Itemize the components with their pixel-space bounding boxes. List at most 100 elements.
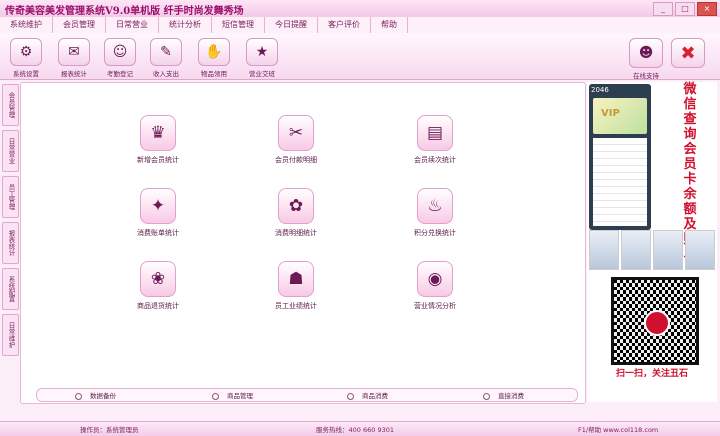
quick-goods-consume[interactable]: 商品消费 — [347, 390, 388, 400]
toolbar-label: 报表统计 — [61, 70, 87, 78]
func-staff-performance[interactable]: ☗ 员工业绩统计 — [251, 261, 341, 311]
exit-icon: ✖ — [671, 38, 705, 68]
menu-stats[interactable]: 统计分析 — [159, 17, 212, 33]
quick-label: 直接消费 — [498, 392, 524, 400]
func-label: 营业情况分析 — [414, 302, 456, 310]
status-help[interactable]: F1/帮助 www.col118.com — [578, 424, 658, 434]
toolbar-button-shift[interactable]: ★ 营业交班 — [244, 38, 280, 78]
qq-penguin-icon: ☻ — [629, 38, 663, 68]
func-renew-stats[interactable]: ▤ 会员续次统计 — [390, 115, 480, 165]
quick-backup[interactable]: 数据备份 — [75, 390, 116, 400]
exit-button[interactable]: ✖ — [670, 38, 706, 68]
toolbar-label: 在线支持 — [633, 72, 659, 80]
ad-panel[interactable]: 2046 VIP 微信查询会员卡余额及账单 扫一扫，关注丑石 — [587, 82, 717, 402]
staff-icon: ☗ — [278, 261, 314, 297]
sidetab-maintenance[interactable]: 日常维护 — [2, 314, 19, 356]
toolbar-label: 收入支出 — [153, 70, 179, 78]
side-tabs: 会员管理 日常营业 员工管理 报表统计 系统配置 日常维护 — [2, 84, 19, 360]
phone-header: 2046 — [591, 86, 609, 94]
main-panel: ♛ 新增会员统计 ✂ 会员付款明细 ▤ 会员续次统计 ✦ 消费账单统计 ✿ 消费… — [20, 82, 586, 404]
func-label: 积分兑换统计 — [414, 229, 456, 237]
thumbnail — [589, 230, 619, 270]
report-icon: ✉ — [58, 38, 90, 66]
brand-logo — [644, 310, 670, 336]
attendance-icon: ☺ — [104, 38, 136, 66]
menu-feedback[interactable]: 客户评价 — [318, 17, 371, 33]
goods-icon: ✋ — [198, 38, 230, 66]
bill-icon: ✦ — [140, 188, 176, 224]
close-icon[interactable]: × — [697, 2, 717, 16]
thumbnail — [621, 230, 651, 270]
func-business-analysis[interactable]: ◉ 营业情况分析 — [390, 261, 480, 311]
quick-goods[interactable]: 商品管理 — [212, 390, 253, 400]
quick-label: 商品消费 — [362, 392, 388, 400]
quick-direct-consume[interactable]: 直接消费 — [483, 390, 524, 400]
toolbar-button-attendance[interactable]: ☺ 考勤登记 — [102, 38, 138, 78]
qr-code-icon — [611, 277, 699, 365]
vip-card: VIP — [593, 98, 647, 134]
menu-sms[interactable]: 短信管理 — [212, 17, 265, 33]
maximize-icon[interactable]: □ — [675, 2, 695, 16]
gear-icon: ⚙ — [10, 38, 42, 66]
quick-label: 商品管理 — [227, 392, 253, 400]
menu-member[interactable]: 会员管理 — [53, 17, 106, 33]
phone-screenshot: 2046 VIP — [589, 84, 651, 230]
menu-daily[interactable]: 日常营业 — [106, 17, 159, 33]
toolbar-button-income[interactable]: ✎ 收入支出 — [148, 38, 184, 78]
sidetab-staff[interactable]: 员工管理 — [2, 176, 19, 218]
points-icon: ♨ — [417, 188, 453, 224]
radio-icon — [212, 392, 219, 400]
title-bar: 传奇美容美发管理系统V9.0单机版 纤手时尚发舞秀场 _ □ × — [0, 0, 720, 18]
minimize-icon[interactable]: _ — [653, 2, 673, 16]
func-points-stats[interactable]: ♨ 积分兑换统计 — [390, 188, 480, 238]
thumbnail — [653, 230, 683, 270]
renew-icon: ▤ — [417, 115, 453, 151]
toolbar: ⚙ 系统设置 ✉ 报表统计 ☺ 考勤登记 ✎ 收入支出 ✋ 物品领用 ★ 营业交… — [0, 33, 720, 80]
window-title: 传奇美容美发管理系统V9.0单机版 纤手时尚发舞秀场 — [5, 6, 244, 17]
toolbar-label: 系统设置 — [13, 70, 39, 78]
menu-help[interactable]: 帮助 — [371, 17, 408, 33]
func-label: 会员续次统计 — [414, 156, 456, 164]
status-hotline: 服务热线：400 660 9301 — [316, 426, 394, 434]
toolbar-button-reports[interactable]: ✉ 报表统计 — [56, 38, 92, 78]
vip-card-text: VIP — [601, 108, 620, 119]
analysis-icon: ◉ — [417, 261, 453, 297]
radio-icon — [347, 392, 354, 400]
thumbnail — [685, 230, 715, 270]
return-icon: ❀ — [140, 261, 176, 297]
radio-icon — [75, 392, 82, 400]
payment-icon: ✂ — [278, 115, 314, 151]
func-label: 消费账单统计 — [137, 229, 179, 237]
online-support-button[interactable]: ☻ 在线支持 — [628, 38, 664, 80]
func-consume-detail[interactable]: ✿ 消费明细统计 — [251, 188, 341, 238]
sidetab-reports[interactable]: 报表统计 — [2, 222, 19, 264]
phone-table — [593, 138, 647, 226]
func-payment-detail[interactable]: ✂ 会员付款明细 — [251, 115, 341, 165]
sidetab-config[interactable]: 系统配置 — [2, 268, 19, 310]
menu-system[interactable]: 系统维护 — [0, 17, 53, 33]
status-bar: 操作员：系统管理员 服务热线：400 660 9301 F1/帮助 www.co… — [0, 421, 720, 436]
func-label: 新增会员统计 — [137, 156, 179, 164]
quick-label: 数据备份 — [90, 392, 116, 400]
func-new-member-stats[interactable]: ♛ 新增会员统计 — [113, 115, 203, 165]
shift-icon: ★ — [246, 38, 278, 66]
toolbar-label: 考勤登记 — [107, 70, 133, 78]
menu-reminder[interactable]: 今日提醒 — [265, 17, 318, 33]
sidetab-daily[interactable]: 日常营业 — [2, 130, 19, 172]
func-label: 商品退货统计 — [137, 302, 179, 310]
window-controls: _ □ × — [653, 2, 717, 16]
consume-detail-icon: ✿ — [278, 188, 314, 224]
menu-bar: 系统维护 会员管理 日常营业 统计分析 短信管理 今日提醒 客户评价 帮助 — [0, 17, 720, 34]
func-return-stats[interactable]: ❀ 商品退货统计 — [113, 261, 203, 311]
ad-thumbnails — [589, 230, 715, 270]
func-label: 员工业绩统计 — [275, 302, 317, 310]
sidetab-member[interactable]: 会员管理 — [2, 84, 19, 126]
toolbar-label: 营业交班 — [249, 70, 275, 78]
func-label: 消费明细统计 — [275, 229, 317, 237]
radio-icon — [483, 392, 490, 400]
toolbar-button-settings[interactable]: ⚙ 系统设置 — [8, 38, 44, 78]
toolbar-button-goods[interactable]: ✋ 物品领用 — [196, 38, 232, 78]
func-bill-stats[interactable]: ✦ 消费账单统计 — [113, 188, 203, 238]
status-operator: 操作员：系统管理员 — [80, 426, 139, 434]
quick-bar: 数据备份 商品管理 商品消费 直接消费 — [36, 388, 578, 402]
